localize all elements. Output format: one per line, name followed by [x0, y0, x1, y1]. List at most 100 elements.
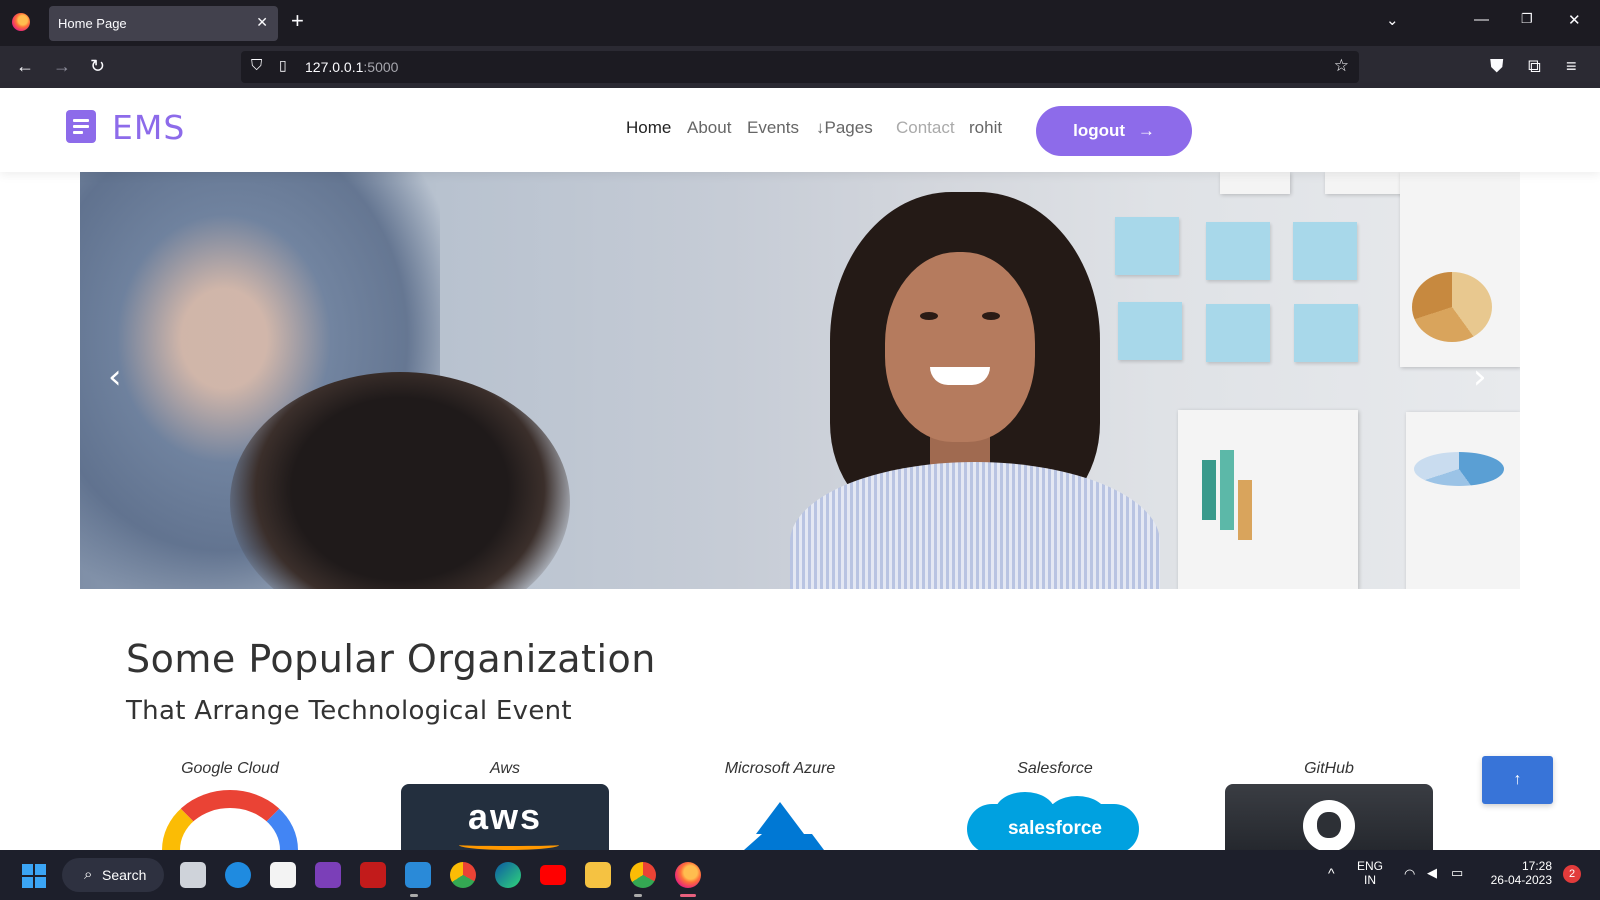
menu-icon[interactable]: ≡: [1566, 56, 1577, 76]
aws-logo-text: aws: [467, 796, 543, 837]
brand-name[interactable]: EMS: [112, 108, 185, 147]
sticky-note: [1206, 304, 1270, 362]
book-icon[interactable]: [66, 110, 96, 143]
firefox-icon[interactable]: [12, 13, 30, 31]
reload-icon[interactable]: ↻: [90, 56, 105, 76]
smiling-woman-photo: [770, 192, 1210, 589]
section-subtitle: That Arrange Technological Event: [126, 696, 572, 726]
section-title: Some Popular Organization: [126, 637, 656, 681]
url-port: :5000: [363, 59, 399, 75]
close-window-icon[interactable]: ✕: [1568, 11, 1581, 29]
youtube-icon[interactable]: [540, 865, 566, 885]
salesforce-logo-text: salesforce: [1007, 818, 1102, 839]
edge-icon[interactable]: [495, 862, 521, 888]
url-text[interactable]: 127.0.0.1:5000: [305, 59, 398, 75]
logout-button[interactable]: logout →: [1036, 106, 1192, 156]
extensions-icon[interactable]: ⧉: [1528, 56, 1541, 76]
arrow-right-icon: →: [1137, 121, 1155, 140]
google-cloud-logo-icon: [126, 784, 334, 854]
address-bar[interactable]: ⛉ ▯ 127.0.0.1:5000 ☆: [241, 51, 1359, 83]
clock-time: 17:28: [1521, 859, 1552, 873]
show-hidden-icons[interactable]: ^: [1328, 865, 1335, 881]
page-info-icon[interactable]: ▯: [279, 57, 287, 74]
scroll-to-top-button[interactable]: ↑: [1482, 756, 1553, 804]
running-indicator: [634, 894, 642, 897]
clock-date: 26-04-2023: [1490, 873, 1552, 887]
notification-badge[interactable]: 2: [1563, 865, 1581, 883]
mcafee-icon[interactable]: [360, 862, 386, 888]
org-google-cloud[interactable]: Google Cloud: [126, 760, 334, 854]
firefox-taskbar-icon[interactable]: [675, 862, 701, 888]
nav-about[interactable]: About: [687, 118, 731, 138]
nav-events[interactable]: Events: [747, 118, 799, 138]
pie-graphic: [1414, 452, 1504, 486]
taskbar-search[interactable]: ⌕ Search: [62, 858, 164, 892]
sticky-note: [1206, 222, 1270, 280]
carousel-next-icon[interactable]: ›: [1473, 360, 1487, 394]
browser-toolbar: ← → ↻ ⛉ ▯ 127.0.0.1:5000 ☆ ⛊ ⧉ ≡: [0, 46, 1600, 88]
windows-start-icon[interactable]: [22, 864, 46, 888]
nav-contact[interactable]: Contact: [896, 118, 955, 138]
nav-pages[interactable]: ↓Pages: [816, 118, 873, 138]
paper: [1220, 172, 1290, 194]
github-logo-icon: [1225, 784, 1433, 854]
org-name: GitHub: [1304, 760, 1354, 777]
org-aws[interactable]: Aws aws: [401, 760, 609, 854]
tab-home-page[interactable]: Home Page ✕: [49, 6, 278, 41]
tab-title: Home Page: [58, 16, 127, 31]
carousel-prev-icon[interactable]: ‹: [108, 360, 122, 394]
new-tab-icon[interactable]: +: [291, 9, 304, 33]
aws-logo-icon: aws: [401, 784, 609, 854]
site-header: EMS Home About Events ↓Pages Contact roh…: [0, 88, 1600, 172]
wifi-icon[interactable]: ◠: [1404, 866, 1415, 882]
hero-carousel: ‹ ›: [80, 172, 1520, 589]
back-icon[interactable]: ←: [16, 56, 34, 76]
smile: [930, 367, 990, 385]
nav-user[interactable]: rohit: [969, 118, 1002, 138]
store-icon[interactable]: [270, 862, 296, 888]
close-tab-icon[interactable]: ✕: [256, 14, 268, 31]
org-name: Aws: [490, 760, 520, 777]
onenote-icon[interactable]: [315, 862, 341, 888]
org-github[interactable]: GitHub: [1225, 760, 1433, 854]
volume-icon[interactable]: ◀: [1427, 865, 1437, 881]
windows-taskbar: ⌕ Search ^ ENG IN ◠ ◀ ▭ 17:28 26-04-2023…: [0, 850, 1600, 900]
restore-icon[interactable]: ❐: [1521, 11, 1533, 27]
running-indicator: [410, 894, 418, 897]
chrome-icon[interactable]: [450, 862, 476, 888]
org-microsoft-azure[interactable]: Microsoft Azure: [676, 760, 884, 854]
bookmark-star-icon[interactable]: ☆: [1334, 56, 1349, 76]
url-host: 127.0.0.1: [305, 59, 364, 75]
browser-tab-strip: Home Page ✕ + ⌄ — ❐ ✕: [0, 0, 1600, 46]
language-indicator[interactable]: ENG IN: [1357, 859, 1383, 887]
sticky-note: [1293, 222, 1357, 280]
org-salesforce[interactable]: Salesforce salesforce: [951, 760, 1159, 854]
eye: [982, 312, 1000, 320]
chrome-profile-icon[interactable]: [630, 862, 656, 888]
pocket-icon[interactable]: ⛊: [1490, 56, 1504, 76]
vscode-icon[interactable]: [405, 862, 431, 888]
org-name: Salesforce: [1017, 760, 1093, 777]
org-name: Google Cloud: [181, 760, 279, 777]
battery-icon[interactable]: ▭: [1451, 865, 1463, 881]
paper-chart: [1406, 412, 1520, 589]
forward-icon[interactable]: →: [53, 56, 71, 76]
azure-logo-icon: [676, 784, 884, 854]
region-code: IN: [1364, 873, 1376, 887]
minimize-icon[interactable]: —: [1474, 11, 1489, 28]
sticky-note: [1294, 304, 1358, 362]
org-name: Microsoft Azure: [724, 760, 836, 777]
active-indicator: [680, 894, 696, 897]
clock[interactable]: 17:28 26-04-2023: [1478, 859, 1552, 887]
logout-label: logout: [1073, 121, 1126, 140]
file-explorer-icon[interactable]: [585, 862, 611, 888]
shield-icon[interactable]: ⛉: [251, 57, 262, 74]
face: [885, 252, 1035, 442]
task-view-icon[interactable]: [180, 862, 206, 888]
help-icon[interactable]: [225, 862, 251, 888]
taskbar-search-label: Search: [102, 867, 147, 883]
nav-home[interactable]: Home: [626, 118, 671, 138]
salesforce-logo-icon: salesforce: [951, 784, 1159, 854]
list-all-tabs-icon[interactable]: ⌄: [1386, 11, 1399, 29]
paper-chart: [1400, 172, 1520, 367]
